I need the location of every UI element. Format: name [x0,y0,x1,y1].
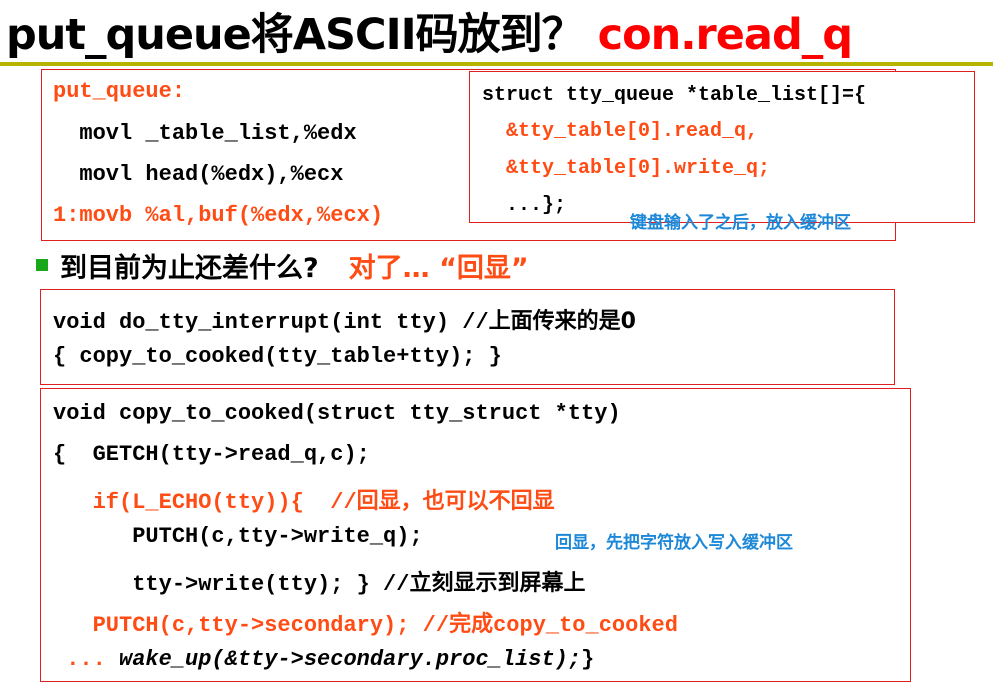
bullet-question-text: 到目前为止还差什么? [60,253,319,284]
interrupt-line-1-code: void do_tty_interrupt(int tty) // [53,310,489,335]
echo-buffer-note: 回显，先把字符放入写入缓冲区 [555,533,793,553]
cooked-line-7-end: } [581,647,595,672]
struct-line-2: &tty_table[0].read_q, [482,120,759,143]
cooked-line-6-comment: 完成 [449,612,494,637]
cooked-line-1: void copy_to_cooked(struct tty_struct *t… [53,401,621,426]
asm-line-3: 1:movb %al,buf(%edx,%ecx) [53,203,384,228]
cooked-line-7-code: wake_up(&tty->secondary.proc_list); [105,647,582,672]
do-tty-interrupt-code: void do_tty_interrupt(int tty) //上面传来的是0… [53,303,636,378]
table-list-code: struct tty_queue *table_list[]={ &tty_ta… [482,84,866,217]
cooked-line-3: if(L_ECHO(tty)){ //回显，也可以不回显 [53,483,555,515]
title-divider [0,62,993,66]
cooked-line-6-tail: copy_to_cooked [493,613,678,638]
cooked-line-5-comment: 立刻显示到屏幕上 [409,571,586,596]
struct-line-1: struct tty_queue *table_list[]={ [482,84,867,107]
struct-line-4: ...}; [482,194,567,217]
interrupt-line-2: { copy_to_cooked(tty_table+tty); } [53,344,502,369]
bullet-question: 到目前为止还差什么? 对了… “回显” [60,246,529,285]
title-prefix: put_queue将ASCII码放到？ [6,10,585,60]
interrupt-line-1: void do_tty_interrupt(int tty) //上面传来的是0 [53,303,636,335]
interrupt-line-1-comment: 上面传来的是0 [488,309,636,334]
cooked-line-5: tty->write(tty); } //立刻显示到屏幕上 [53,565,585,597]
put-queue-code: put_queue: movl _table_list,%edx movl he… [53,79,383,228]
slide-title: put_queue将ASCII码放到？ con.read_q [6,0,853,62]
cooked-line-3-code: if(L_ECHO(tty)){ // [53,490,357,515]
keyboard-buffer-note: 键盘输入了之后，放入缓冲区 [630,213,851,233]
copy-to-cooked-code: void copy_to_cooked(struct tty_struct *t… [53,401,678,672]
cooked-line-7-dots: ... [53,647,106,672]
cooked-line-4: PUTCH(c,tty->write_q); [53,524,423,549]
cooked-line-7: ... wake_up(&tty->secondary.proc_list);} [53,647,594,672]
cooked-line-3-comment: 回显，也可以不回显 [356,489,555,514]
cooked-line-6-code: PUTCH(c,tty->secondary); // [53,613,450,638]
title-highlight: con.read_q [597,10,853,60]
struct-line-3: &tty_table[0].write_q; [482,157,771,180]
cooked-line-5-code: tty->write(tty); } // [53,572,410,597]
put-queue-label: put_queue: [53,79,186,104]
bullet-square [36,259,48,271]
asm-line-2: movl head(%edx),%ecx [53,162,344,187]
cooked-line-2: { GETCH(tty->read_q,c); [53,442,370,467]
asm-line-1: movl _table_list,%edx [53,121,357,146]
cooked-line-6: PUTCH(c,tty->secondary); //完成copy_to_coo… [53,606,678,638]
bullet-answer: 对了… “回显” [348,253,529,284]
